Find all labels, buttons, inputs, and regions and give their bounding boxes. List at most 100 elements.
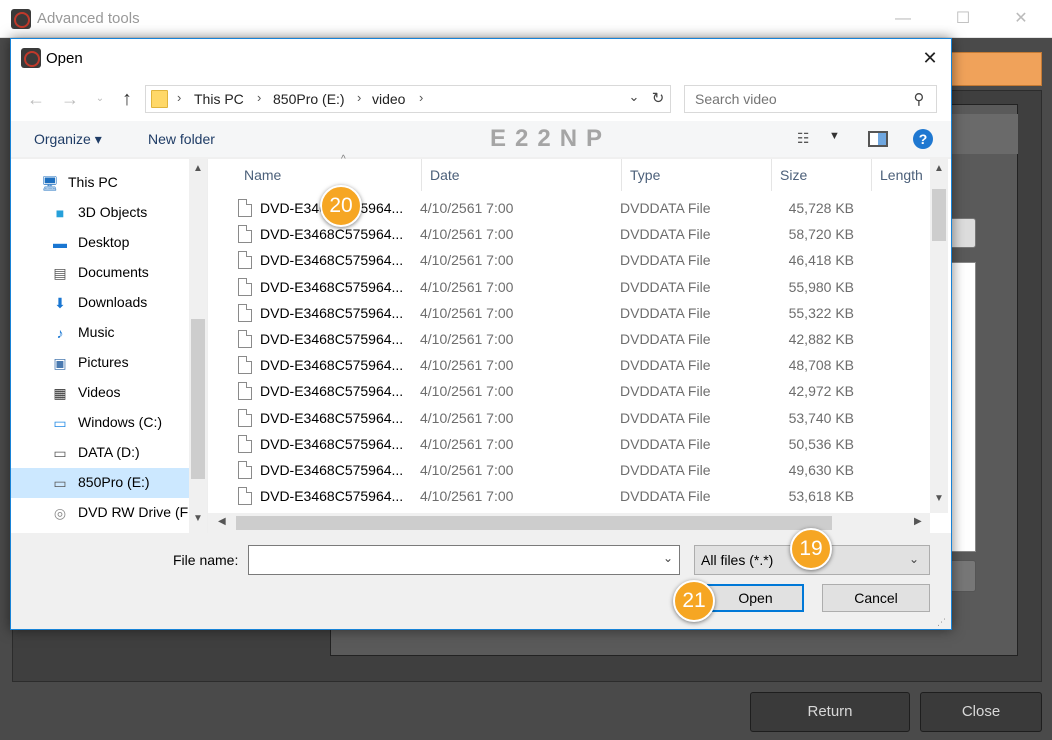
chevron-down-icon[interactable]: ⌄ <box>624 89 644 105</box>
file-row[interactable]: DVD-E3468C575964...4/10/2561 7:00DVDDATA… <box>208 353 930 379</box>
step-callout-21: 21 <box>673 580 715 622</box>
scroll-up-icon[interactable]: ▲ <box>930 163 948 174</box>
recent-locations-icon[interactable]: ⌄ <box>93 86 107 112</box>
file-row[interactable]: DVD-E3468C575964...4/10/2561 7:00DVDDATA… <box>208 484 930 510</box>
dvd-drive-icon: ◎ <box>53 505 67 521</box>
pictures-icon: ▣ <box>53 355 67 371</box>
tree-item[interactable]: ▤ Documents <box>11 258 189 288</box>
file-name-input[interactable] <box>249 546 654 574</box>
scroll-down-icon[interactable]: ▼ <box>930 493 948 504</box>
file-size: 55,980 KB <box>788 278 854 295</box>
search-box[interactable]: ⚲ <box>684 85 937 113</box>
breadcrumb-850pro[interactable]: 850Pro (E:) <box>273 91 345 107</box>
tree-item[interactable]: ■ 3D Objects <box>11 198 189 228</box>
dialog-close-button[interactable]: ✕ <box>911 45 949 71</box>
preview-pane-icon[interactable] <box>868 131 888 147</box>
file-name: DVD-E3468C575964... <box>260 357 404 374</box>
forward-arrow-icon[interactable]: → <box>57 86 83 112</box>
file-icon <box>238 199 252 217</box>
column-header-name[interactable]: Name ^ <box>236 154 422 191</box>
tree-item[interactable]: ▭ Windows (C:) <box>11 408 189 438</box>
file-type: DVDDATA File <box>620 488 711 505</box>
orange-tab[interactable] <box>946 52 1042 86</box>
tree-item[interactable]: ⬇ Downloads <box>11 288 189 318</box>
search-icon[interactable]: ⚲ <box>909 90 929 110</box>
resize-grip-icon[interactable]: ⋰ <box>937 617 946 628</box>
maximize-button[interactable]: ☐ <box>940 6 986 32</box>
scroll-up-icon[interactable]: ▲ <box>189 163 207 174</box>
breadcrumb-separator-icon[interactable]: › <box>257 90 261 105</box>
return-button[interactable]: Return <box>750 692 910 732</box>
open-button[interactable]: Open <box>707 584 804 612</box>
file-row[interactable]: DVD-E3468C575964...4/10/2561 7:00DVDDATA… <box>208 458 930 484</box>
file-row[interactable]: DVD-E3468C575964...4/10/2561 7:00DVDDATA… <box>208 196 930 222</box>
window-title: Advanced tools <box>37 10 140 27</box>
window-close-button[interactable]: ✕ <box>998 6 1044 32</box>
file-row[interactable]: DVD-E3468C575964...4/10/2561 7:00DVDDATA… <box>208 301 930 327</box>
minimize-button[interactable]: — <box>880 6 926 32</box>
tree-item[interactable]: ▭ 850Pro (E:) <box>11 468 189 498</box>
column-header-size[interactable]: Size <box>772 159 872 191</box>
tree-item-label: DVD RW Drive (F <box>78 504 189 520</box>
dialog-title: Open <box>46 50 83 67</box>
address-bar[interactable]: › This PC › 850Pro (E:) › video › ⌄ ↻ <box>145 85 671 113</box>
file-row[interactable]: DVD-E3468C575964...4/10/2561 7:00DVDDATA… <box>208 222 930 248</box>
tree-item-label: Music <box>78 324 115 340</box>
breadcrumb-video[interactable]: video <box>372 91 405 107</box>
breadcrumb-separator-icon[interactable]: › <box>419 90 423 105</box>
scrollbar-thumb[interactable] <box>191 319 205 479</box>
tree-item[interactable]: ▭ DATA (D:) <box>11 438 189 468</box>
file-row[interactable]: DVD-E3468C575964...4/10/2561 7:00DVDDATA… <box>208 248 930 274</box>
command-toolbar: Organize ▾ New folder E22NP ☷ ▼ ? <box>11 121 951 157</box>
file-list-vertical-scrollbar[interactable]: ▲ ▼ <box>930 159 948 513</box>
file-date: 4/10/2561 7:00 <box>420 383 514 400</box>
breadcrumb-this-pc[interactable]: This PC <box>194 91 244 107</box>
breadcrumb-separator-icon[interactable]: › <box>357 90 361 105</box>
file-row[interactable]: DVD-E3468C575964...4/10/2561 7:00DVDDATA… <box>208 406 930 432</box>
scroll-right-icon[interactable]: ▶ <box>914 516 922 527</box>
file-size: 58,720 KB <box>788 226 854 243</box>
column-header-length[interactable]: Length <box>872 159 934 191</box>
tree-item-label: Documents <box>78 264 149 280</box>
tree-item[interactable]: 🖥 This PC <box>11 168 189 198</box>
view-options-icon[interactable]: ☷ <box>797 130 821 148</box>
refresh-icon[interactable]: ↻ <box>646 89 670 107</box>
tree-item[interactable]: ◎ DVD RW Drive (F <box>11 498 189 528</box>
file-row[interactable]: DVD-E3468C575964...4/10/2561 7:00DVDDATA… <box>208 432 930 458</box>
cancel-button[interactable]: Cancel <box>822 584 930 612</box>
file-row[interactable]: DVD-E3468C575964...4/10/2561 7:00DVDDATA… <box>208 275 930 301</box>
file-size: 49,630 KB <box>788 462 854 478</box>
file-row[interactable]: DVD-E3468C575964...4/10/2561 7:00DVDDATA… <box>208 327 930 353</box>
new-folder-button[interactable]: New folder <box>148 131 215 147</box>
help-icon[interactable]: ? <box>913 129 933 149</box>
3d-objects-icon: ■ <box>55 205 65 221</box>
file-row[interactable]: DVD-E3468C575964...4/10/2561 7:00DVDDATA… <box>208 379 930 405</box>
scroll-down-icon[interactable]: ▼ <box>189 513 207 524</box>
file-icon <box>238 251 252 270</box>
tree-item-label: This PC <box>68 174 118 190</box>
file-name: DVD-E3468C575964... <box>260 304 404 321</box>
file-name-combobox[interactable]: ⌄ <box>248 545 680 575</box>
close-button[interactable]: Close <box>920 692 1042 732</box>
up-arrow-icon[interactable]: ↑ <box>115 86 139 112</box>
column-header-type[interactable]: Type <box>622 159 772 191</box>
tree-item[interactable]: ▦ Videos <box>11 378 189 408</box>
search-input[interactable] <box>685 86 905 112</box>
chevron-down-icon[interactable]: ⌄ <box>909 552 919 566</box>
back-arrow-icon[interactable]: ← <box>23 86 49 112</box>
file-name-label: File name: <box>173 552 239 568</box>
tree-item[interactable]: ▬ Desktop <box>11 228 189 258</box>
view-dropdown-icon[interactable]: ▼ <box>829 130 840 142</box>
scrollbar-thumb[interactable] <box>932 189 946 241</box>
nav-pane-scrollbar[interactable]: ▲ ▼ <box>189 159 207 533</box>
scroll-left-icon[interactable]: ◀ <box>218 516 226 527</box>
tree-item-label: 3D Objects <box>78 204 148 220</box>
tree-item[interactable]: ♪ Music <box>11 318 189 348</box>
column-header-date[interactable]: Date <box>422 159 622 191</box>
breadcrumb-separator-icon[interactable]: › <box>177 90 181 105</box>
navigation-bar: ← → ⌄ ↑ › This PC › 850Pro (E:) › video … <box>11 77 951 121</box>
tree-item[interactable]: ▣ Pictures <box>11 348 189 378</box>
scrollbar-thumb[interactable] <box>236 516 832 530</box>
organize-button[interactable]: Organize ▾ <box>34 131 102 148</box>
chevron-down-icon[interactable]: ⌄ <box>659 551 677 565</box>
